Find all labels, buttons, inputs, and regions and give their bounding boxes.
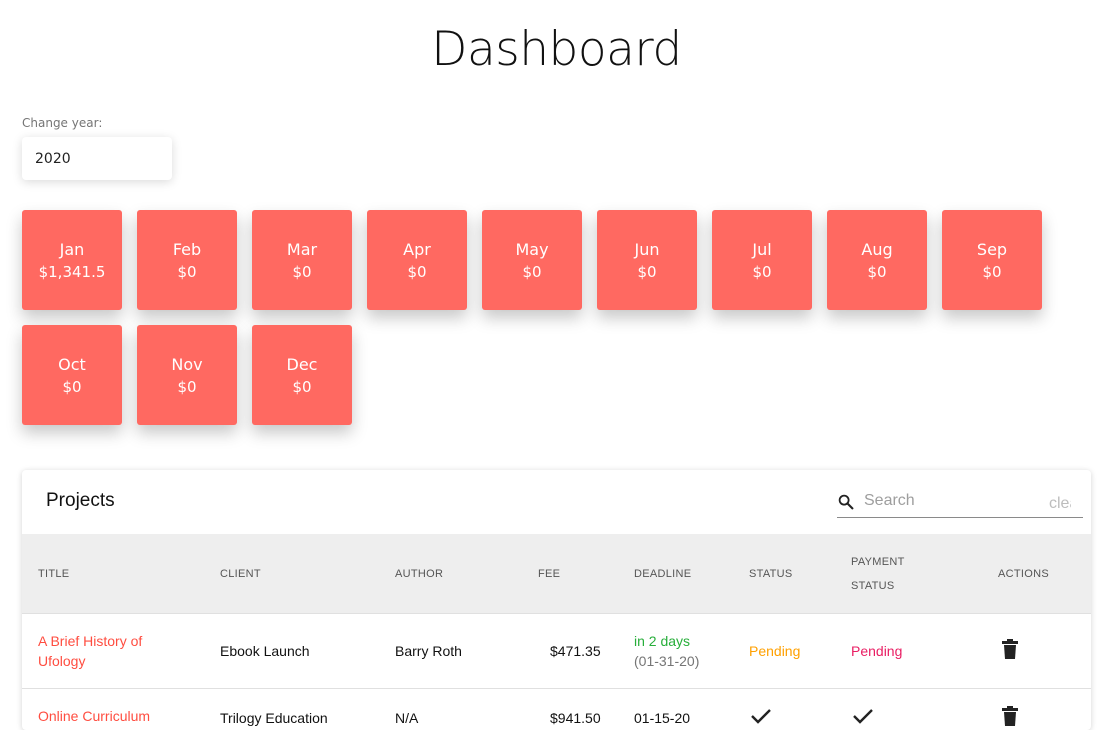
project-client: Trilogy Education (220, 710, 328, 726)
month-card-apr[interactable]: Apr $0 (367, 210, 467, 310)
month-card-jul[interactable]: Jul $0 (712, 210, 812, 310)
project-title-link[interactable]: A Brief History of Ufology (38, 631, 142, 671)
project-author: N/A (395, 710, 419, 726)
project-deadline: in 2 days (01-31-20) (634, 631, 699, 671)
month-name: May (515, 240, 549, 259)
table-row: Online Curriculum Trilogy Education N/A … (22, 690, 1091, 730)
month-name: Nov (171, 355, 203, 374)
month-amount: $0 (522, 263, 542, 281)
search-icon (838, 494, 854, 510)
col-header-title[interactable]: TITLE (38, 562, 69, 586)
year-selector-label: Change year: (22, 116, 103, 130)
check-icon (751, 709, 771, 724)
month-name: Oct (58, 355, 86, 374)
status-badge: Pending (749, 643, 801, 659)
month-name: Apr (403, 240, 431, 259)
search-box: clear (837, 486, 1083, 518)
col-header-fee[interactable]: FEE (538, 562, 560, 586)
project-client: Ebook Launch (220, 643, 310, 659)
check-icon (853, 709, 873, 724)
month-card-may[interactable]: May $0 (482, 210, 582, 310)
month-card-nov[interactable]: Nov $0 (137, 325, 237, 425)
month-card-jun[interactable]: Jun $0 (597, 210, 697, 310)
month-card-oct[interactable]: Oct $0 (22, 325, 122, 425)
col-header-status[interactable]: STATUS (749, 562, 793, 586)
project-title-link[interactable]: Online Curriculum (38, 706, 150, 726)
month-amount: $0 (62, 378, 82, 396)
month-name: Jan (59, 240, 85, 259)
col-header-client[interactable]: CLIENT (220, 562, 261, 586)
month-card-jan[interactable]: Jan $1,341.5 (22, 210, 122, 310)
month-amount: $0 (292, 263, 312, 281)
month-name: Aug (861, 240, 893, 259)
month-name: Jun (634, 240, 660, 259)
month-amount: $0 (177, 263, 197, 281)
month-amount: $1,341.5 (38, 263, 106, 281)
month-name: Sep (976, 240, 1008, 259)
col-header-payment-line1: PAYMENT (851, 556, 905, 568)
project-fee: $471.35 (550, 643, 601, 659)
search-input[interactable] (864, 490, 1054, 512)
search-clear-button[interactable]: clear (1049, 495, 1071, 513)
trash-icon[interactable] (1002, 706, 1018, 726)
month-card-sep[interactable]: Sep $0 (942, 210, 1042, 310)
table-row: A Brief History of Ufology Ebook Launch … (22, 615, 1091, 689)
col-header-author[interactable]: AUTHOR (395, 562, 443, 586)
month-card-aug[interactable]: Aug $0 (827, 210, 927, 310)
project-fee: $941.50 (550, 710, 601, 726)
col-header-payment-line2: STATUS (851, 580, 895, 592)
month-amount: $0 (177, 378, 197, 396)
projects-title: Projects (46, 490, 115, 511)
month-card-feb[interactable]: Feb $0 (137, 210, 237, 310)
project-deadline: 01-15-20 (634, 710, 691, 726)
col-header-deadline[interactable]: DEADLINE (634, 562, 691, 586)
month-amount: $0 (982, 263, 1002, 281)
col-header-payment-status[interactable]: PAYMENT STATUS (851, 550, 905, 598)
payment-status-badge: Pending (851, 643, 903, 659)
month-amount: $0 (637, 263, 657, 281)
projects-table-card: Projects clear TITLE CLIENT AUTHOR FEE D… (22, 470, 1091, 730)
project-title-line2: Ufology (38, 653, 86, 669)
deadline-relative: in 2 days (634, 633, 691, 649)
month-name: Feb (172, 240, 202, 259)
year-select[interactable]: 2020 (22, 137, 172, 180)
month-card-mar[interactable]: Mar $0 (252, 210, 352, 310)
month-name: Jul (752, 240, 772, 259)
month-name: Dec (286, 355, 318, 374)
page-title: Dashboard (431, 22, 682, 77)
month-card-dec[interactable]: Dec $0 (252, 325, 352, 425)
trash-icon[interactable] (1002, 639, 1018, 659)
project-author: Barry Roth (395, 643, 462, 659)
table-header: TITLE CLIENT AUTHOR FEE DEADLINE STATUS … (22, 534, 1091, 614)
month-amount: $0 (292, 378, 312, 396)
col-header-actions: ACTIONS (998, 568, 1049, 580)
deadline-date: (01-31-20) (634, 653, 700, 669)
month-name: Mar (286, 240, 318, 259)
month-amount: $0 (407, 263, 427, 281)
project-title-line1: A Brief History of (38, 633, 143, 649)
month-amount: $0 (867, 263, 887, 281)
month-amount: $0 (752, 263, 772, 281)
